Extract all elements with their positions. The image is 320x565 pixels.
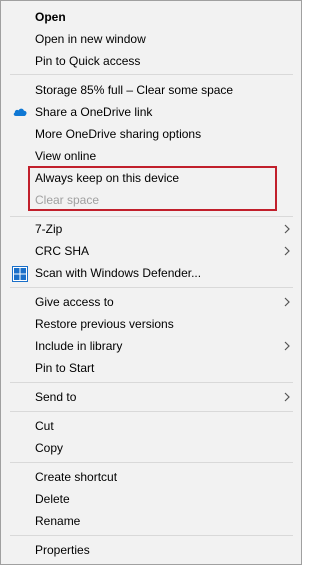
menu-item-label: Restore previous versions xyxy=(35,317,174,331)
menu-item-label: Scan with Windows Defender... xyxy=(35,266,202,280)
menu-item-restore-previous-versions[interactable]: Restore previous versions xyxy=(1,313,301,335)
menu-item-include-in-library[interactable]: Include in library xyxy=(1,335,301,357)
menu-item-view-online[interactable]: View online xyxy=(1,145,301,167)
cloud-icon xyxy=(12,105,28,119)
menu-item-label: Give access to xyxy=(35,295,114,309)
menu-item-copy[interactable]: Copy xyxy=(1,437,301,459)
menu-item-label: Include in library xyxy=(35,339,123,353)
menu-item-7zip[interactable]: 7-Zip xyxy=(1,218,301,240)
menu-separator xyxy=(10,535,293,536)
menu-item-label: Cut xyxy=(35,419,54,433)
menu-item-label: Copy xyxy=(35,441,64,455)
menu-item-storage-status[interactable]: Storage 85% full – Clear some space xyxy=(1,79,301,101)
menu-item-pin-quick-access[interactable]: Pin to Quick access xyxy=(1,50,301,72)
chevron-right-icon xyxy=(284,246,290,256)
chevron-right-icon xyxy=(284,297,290,307)
menu-item-send-to[interactable]: Send to xyxy=(1,386,301,408)
menu-item-share-onedrive-link[interactable]: Share a OneDrive link xyxy=(1,101,301,123)
menu-item-scan-defender[interactable]: Scan with Windows Defender... xyxy=(1,262,301,284)
menu-item-rename[interactable]: Rename xyxy=(1,510,301,532)
menu-separator xyxy=(10,216,293,217)
menu-item-label: CRC SHA xyxy=(35,244,90,258)
menu-item-more-onedrive-options[interactable]: More OneDrive sharing options xyxy=(1,123,301,145)
chevron-right-icon xyxy=(284,224,290,234)
menu-item-label: 7-Zip xyxy=(35,222,63,236)
context-menu: Open Open in new window Pin to Quick acc… xyxy=(0,0,302,565)
menu-item-create-shortcut[interactable]: Create shortcut xyxy=(1,466,301,488)
windows-defender-icon xyxy=(12,266,28,282)
menu-item-open[interactable]: Open xyxy=(1,6,301,28)
menu-item-pin-to-start[interactable]: Pin to Start xyxy=(1,357,301,379)
menu-item-label: More OneDrive sharing options xyxy=(35,127,202,141)
menu-item-crc-sha[interactable]: CRC SHA xyxy=(1,240,301,262)
menu-item-label: Open xyxy=(35,10,66,24)
menu-item-properties[interactable]: Properties xyxy=(1,539,301,561)
highlight-box xyxy=(28,166,277,211)
menu-separator xyxy=(10,74,293,75)
menu-separator xyxy=(10,287,293,288)
menu-item-open-new-window[interactable]: Open in new window xyxy=(1,28,301,50)
menu-item-label: Pin to Quick access xyxy=(35,54,141,68)
menu-item-label: Rename xyxy=(35,514,81,528)
menu-item-delete[interactable]: Delete xyxy=(1,488,301,510)
chevron-right-icon xyxy=(284,392,290,402)
menu-item-label: Create shortcut xyxy=(35,470,118,484)
menu-item-label: Properties xyxy=(35,543,90,557)
menu-item-label: Storage 85% full – Clear some space xyxy=(35,83,234,97)
menu-item-label: Delete xyxy=(35,492,70,506)
menu-item-label: Open in new window xyxy=(35,32,146,46)
menu-item-cut[interactable]: Cut xyxy=(1,415,301,437)
menu-separator xyxy=(10,382,293,383)
menu-item-label: Send to xyxy=(35,390,77,404)
menu-item-label: Pin to Start xyxy=(35,361,95,375)
menu-item-give-access[interactable]: Give access to xyxy=(1,291,301,313)
menu-separator xyxy=(10,462,293,463)
menu-item-label: View online xyxy=(35,149,97,163)
menu-item-label: Share a OneDrive link xyxy=(35,105,153,119)
chevron-right-icon xyxy=(284,341,290,351)
menu-separator xyxy=(10,411,293,412)
